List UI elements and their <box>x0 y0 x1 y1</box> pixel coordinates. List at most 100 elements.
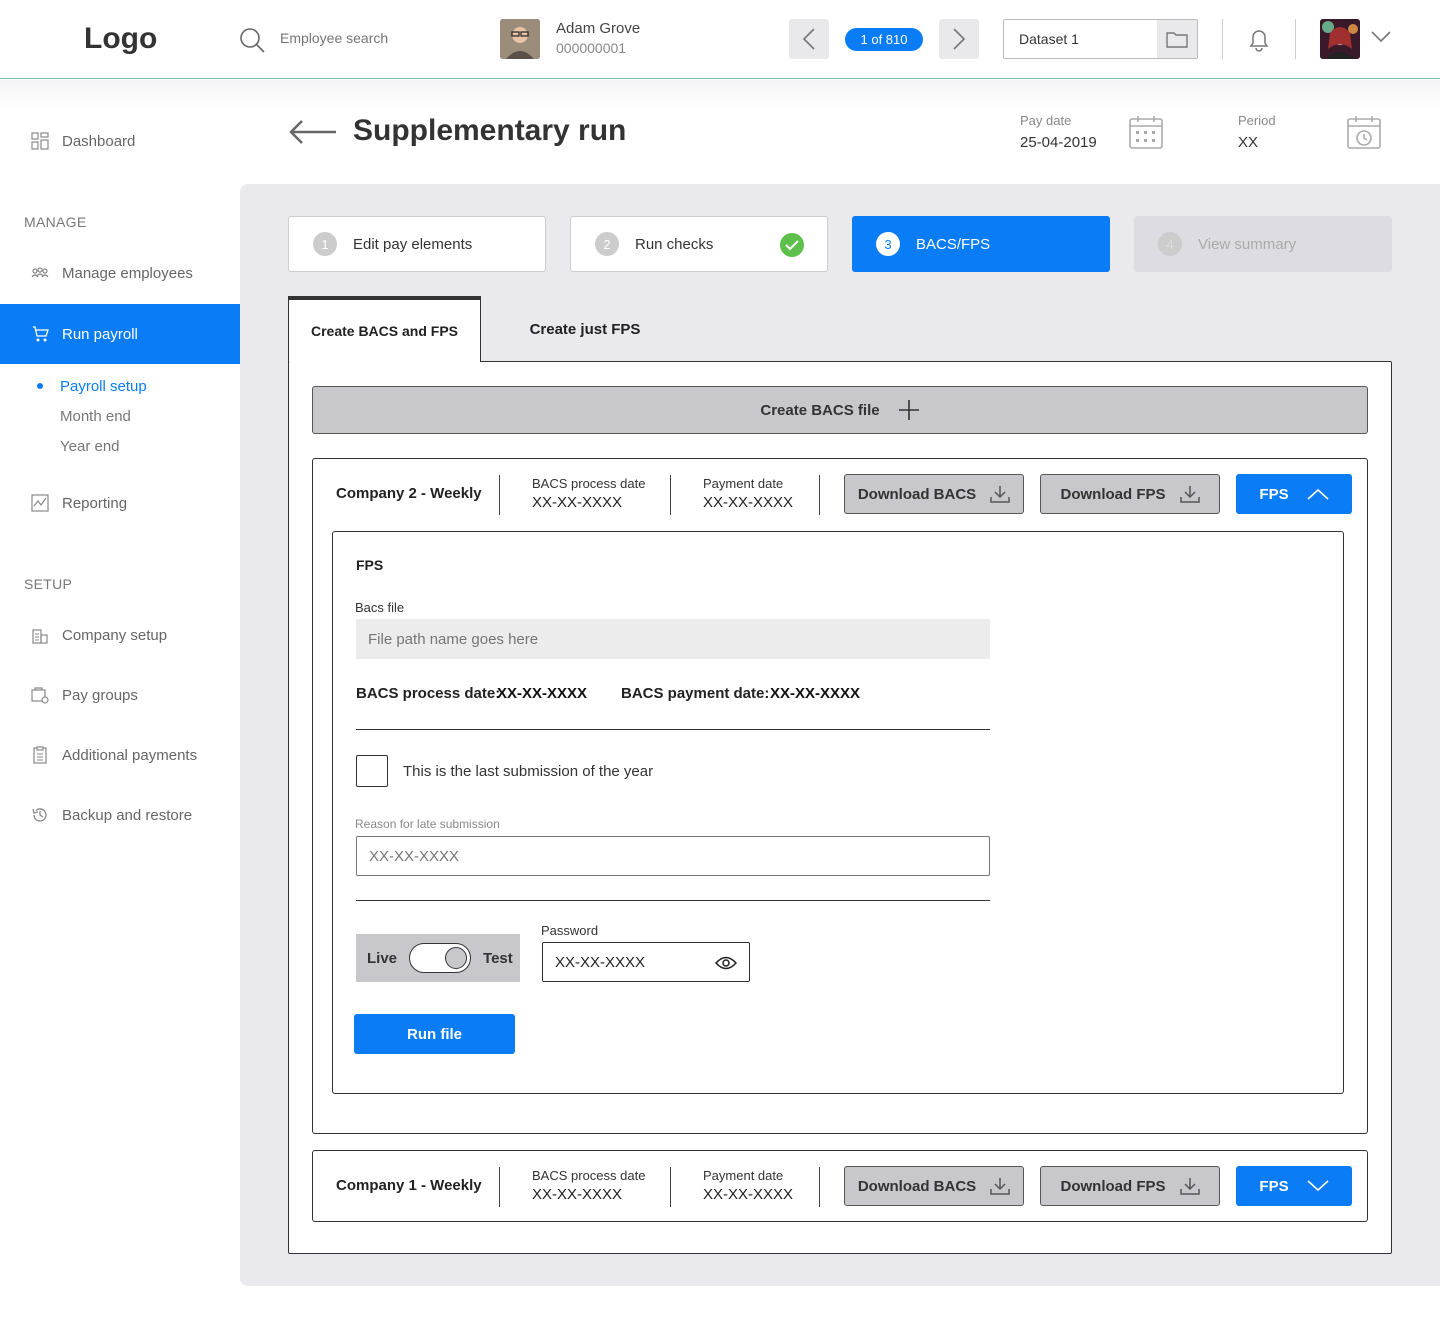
employee-id: 000000001 <box>556 40 627 56</box>
sub-item-year-end[interactable]: Year end <box>60 438 120 455</box>
download-bacs-button[interactable]: Download BACS <box>844 474 1024 514</box>
period-calendar-icon[interactable] <box>1346 114 1382 150</box>
payroll-icon <box>33 326 49 342</box>
last-submission-checkbox[interactable] <box>356 755 388 787</box>
step-number: 1 <box>313 232 337 256</box>
payment-date-label: Payment date <box>703 1168 784 1183</box>
toggle-knob <box>445 947 468 969</box>
test-label: Test <box>483 949 513 967</box>
sidebar-item-pay-groups[interactable]: Pay groups <box>0 665 240 725</box>
dataset-selector[interactable]: Dataset 1 <box>1003 19 1198 59</box>
bacs-process-date-label: BACS process date <box>532 1168 646 1183</box>
live-test-toggle[interactable] <box>409 943 472 973</box>
fps-label: FPS <box>1259 485 1289 503</box>
divider <box>819 475 820 515</box>
back-arrow-icon[interactable] <box>288 118 338 146</box>
previous-employee-button[interactable] <box>789 19 829 59</box>
fps-label: FPS <box>1259 1177 1289 1195</box>
payment-date-value: XX-XX-XXXX <box>703 1186 794 1203</box>
clipboard-icon <box>33 746 47 764</box>
employee-search-input[interactable] <box>280 30 440 46</box>
chevron-down-icon[interactable] <box>1370 30 1392 44</box>
fps-title: FPS <box>356 557 384 573</box>
late-submission-input[interactable] <box>356 836 990 876</box>
step-view-summary[interactable]: 4 View summary <box>1134 216 1392 272</box>
sidebar-item-run-payroll[interactable]: Run payroll <box>0 304 240 364</box>
sidebar-item-label: Backup and restore <box>62 806 193 824</box>
manage-heading: MANAGE <box>24 214 87 230</box>
divider <box>670 475 671 515</box>
password-field[interactable]: XX-XX-XXXX <box>542 942 750 982</box>
fps-panel <box>332 531 1344 1094</box>
fps-toggle-button[interactable]: FPS <box>1236 474 1352 514</box>
chevron-left-icon <box>802 28 815 50</box>
page-title: Supplementary run <box>353 114 627 147</box>
download-fps-button[interactable]: Download FPS <box>1040 474 1220 514</box>
search-icon[interactable] <box>238 26 266 54</box>
bacs-file-label: Bacs file <box>355 600 405 615</box>
bacs-process-date-label: BACS process date: <box>356 685 501 702</box>
sidebar-item-additional-payments[interactable]: Additional payments <box>0 725 240 785</box>
chevron-right-icon <box>953 28 966 50</box>
step-number: 3 <box>876 232 900 256</box>
eye-icon[interactable] <box>715 955 737 971</box>
password-label: Password <box>541 923 599 938</box>
tab-create-just-fps[interactable]: Create just FPS <box>500 296 670 362</box>
sub-item-month-end[interactable]: Month end <box>60 408 131 425</box>
building-icon <box>32 629 48 644</box>
sidebar-item-backup-restore[interactable]: Backup and restore <box>0 785 240 845</box>
history-icon <box>32 808 47 822</box>
run-file-button[interactable]: Run file <box>354 1014 515 1054</box>
download-bacs-button[interactable]: Download BACS <box>844 1166 1024 1206</box>
dashboard-icon <box>31 132 49 150</box>
sidebar-item-reporting[interactable]: Reporting <box>0 473 240 533</box>
pay-date-value: 25-04-2019 <box>1020 134 1097 151</box>
bacs-process-date-label: BACS process date <box>532 476 646 491</box>
top-bar: Logo Adam Grove 000000001 1 of 810 Datas… <box>0 0 1440 79</box>
late-submission-label: Reason for late submission <box>355 817 500 831</box>
bacs-process-date-value: XX-XX-XXXX <box>532 1186 623 1203</box>
sidebar-item-manage-employees[interactable]: Manage employees <box>0 243 240 303</box>
pay-groups-icon <box>31 687 49 704</box>
download-icon <box>1179 486 1200 503</box>
bacs-file-input[interactable] <box>356 619 990 659</box>
download-icon <box>990 486 1010 503</box>
divider <box>1295 19 1296 59</box>
chevron-down-icon <box>1307 1180 1329 1192</box>
period-value: XX <box>1238 134 1259 151</box>
employee-counter-badge: 1 of 810 <box>845 28 923 51</box>
user-avatar[interactable] <box>1320 19 1360 59</box>
step-run-checks[interactable]: 2 Run checks <box>570 216 828 272</box>
calendar-icon[interactable] <box>1128 114 1164 150</box>
sidebar-item-company-setup[interactable]: Company setup <box>0 605 240 665</box>
fps-toggle-button[interactable]: FPS <box>1236 1166 1352 1206</box>
sidebar-item-label: Run payroll <box>62 325 138 343</box>
bacs-payment-date-value: XX-XX-XXXX <box>770 685 861 702</box>
live-label: Live <box>367 949 398 967</box>
company-card: Company 1 - Weekly BACS process date XX-… <box>312 1150 1368 1222</box>
download-icon <box>1179 1178 1200 1195</box>
bacs-process-date-value: XX-XX-XXXX <box>532 494 623 511</box>
dataset-folder-button[interactable] <box>1157 20 1197 58</box>
step-bacs-fps[interactable]: 3 BACS/FPS <box>852 216 1110 272</box>
download-icon <box>990 1178 1010 1195</box>
bacs-process-date-value: XX-XX-XXXX <box>497 685 588 702</box>
step-label: BACS/FPS <box>916 235 991 253</box>
sub-item-payroll-setup[interactable]: Payroll setup <box>60 378 147 395</box>
chevron-up-icon <box>1307 488 1329 500</box>
sidebar-item-label: Pay groups <box>62 686 138 704</box>
employee-name: Adam Grove <box>556 20 641 37</box>
step-edit-pay-elements[interactable]: 1 Edit pay elements <box>288 216 546 272</box>
sidebar-item-dashboard[interactable]: Dashboard <box>0 111 240 171</box>
create-bacs-file-button[interactable]: Create BACS file <box>312 386 1368 434</box>
payment-date-value: XX-XX-XXXX <box>703 494 794 511</box>
download-fps-button[interactable]: Download FPS <box>1040 1166 1220 1206</box>
next-employee-button[interactable] <box>939 19 979 59</box>
bell-icon[interactable] <box>1246 27 1272 53</box>
tab-create-bacs-and-fps[interactable]: Create BACS and FPS <box>288 296 481 362</box>
password-value: XX-XX-XXXX <box>555 954 646 971</box>
divider <box>819 1167 820 1207</box>
step-label: Edit pay elements <box>353 235 473 253</box>
step-number: 4 <box>1158 232 1182 256</box>
divider <box>499 1167 500 1207</box>
